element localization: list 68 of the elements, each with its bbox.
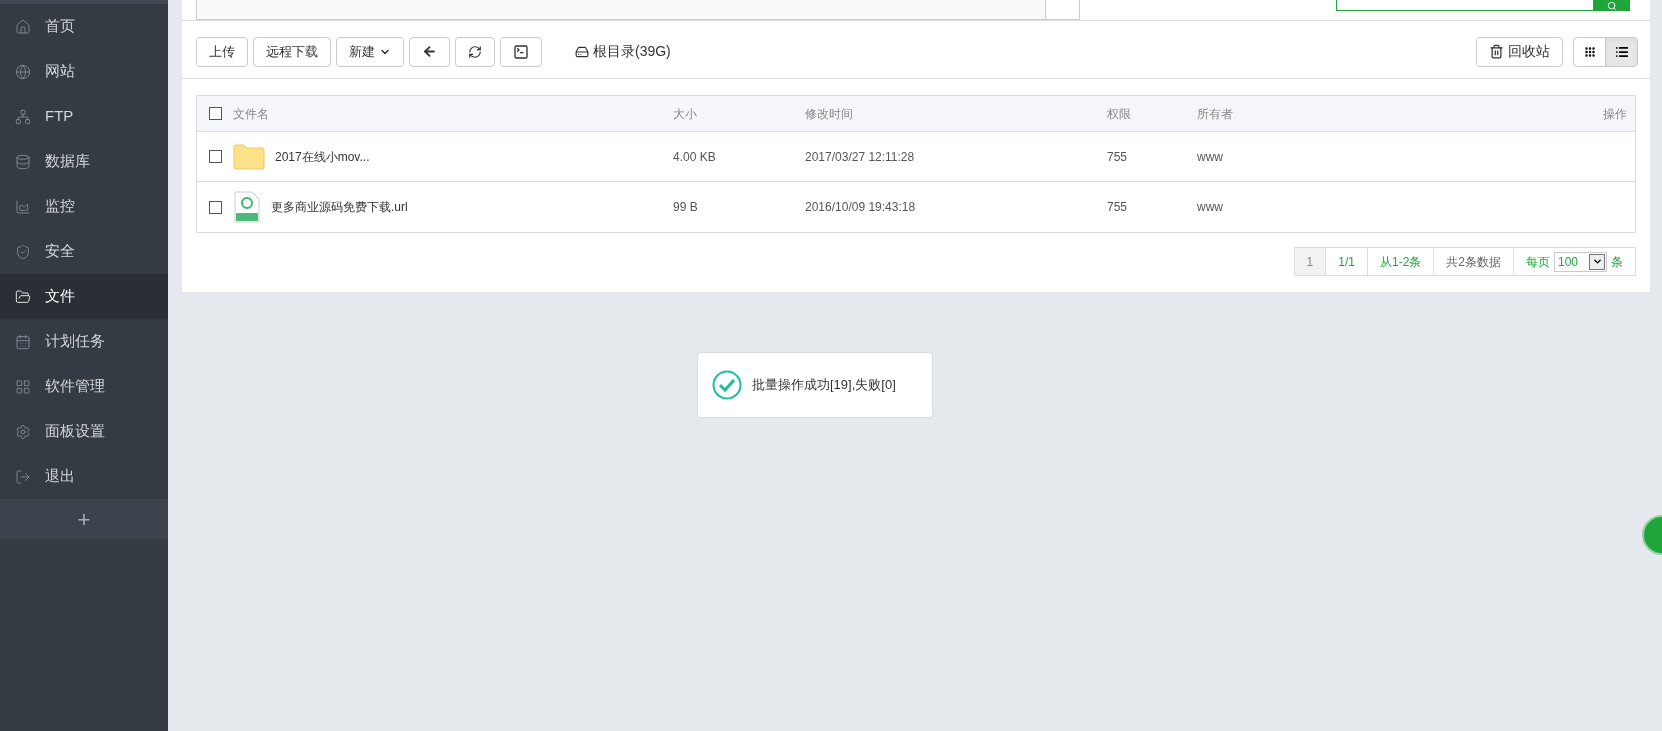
toolbar-button[interactable]: 远程下载 — [253, 36, 331, 67]
add-button[interactable]: + — [0, 499, 168, 539]
chart-icon — [15, 198, 31, 215]
select-all-checkbox[interactable] — [208, 107, 222, 120]
row-checkbox[interactable] — [208, 150, 222, 163]
grid-icon — [15, 378, 31, 395]
range-label: 从1-2条 — [1367, 248, 1435, 275]
new-dropdown-button[interactable]: 新建 — [336, 36, 404, 67]
sidebar-item[interactable]: 监控 — [0, 184, 168, 229]
recycle-bin-button[interactable]: 回收站 — [1476, 36, 1563, 67]
trash-icon — [1489, 44, 1504, 59]
terminal-icon — [513, 43, 529, 60]
per-page-label: 每页 — [1526, 253, 1550, 271]
toolbar-button[interactable]: 上传 — [196, 36, 248, 67]
sidebar-item[interactable]: 软件管理 — [0, 364, 168, 409]
caret-icon — [1591, 256, 1603, 267]
sidebar-item[interactable]: 计划任务 — [0, 319, 168, 364]
folder-icon — [15, 288, 31, 305]
terminal-button[interactable] — [500, 36, 542, 67]
table-cell-text: 2017/03/27 12:11:28 — [805, 148, 916, 166]
check-circle-icon — [712, 370, 742, 400]
settings-icon — [15, 423, 31, 440]
sidebar-item[interactable]: 退出 — [0, 454, 168, 499]
globe-icon — [15, 63, 31, 80]
database-icon — [15, 153, 31, 170]
folder-icon — [233, 143, 265, 170]
refresh-button[interactable] — [455, 36, 495, 67]
file-name[interactable]: 2017在线小mov... — [275, 147, 370, 166]
calendar-icon — [15, 333, 31, 350]
per-page-suffix: 条 — [1611, 253, 1623, 271]
toast-message: 批量操作成功[19],失败[0] — [752, 376, 896, 395]
row-checkbox[interactable] — [208, 200, 222, 214]
page-count: 1/1 — [1326, 248, 1368, 275]
column-header: 所有者 — [1197, 105, 1233, 123]
list-icon — [1614, 44, 1629, 59]
sidebar-item[interactable]: 面板设置 — [0, 409, 168, 454]
back-button[interactable] — [409, 36, 450, 67]
sidebar-item[interactable]: FTP — [0, 94, 168, 139]
home-icon — [15, 18, 31, 35]
table-cell-text: 2016/10/09 19:43:18 — [805, 199, 917, 216]
column-header: 文件名 — [233, 105, 270, 123]
table-cell-text: 99 B — [673, 199, 699, 216]
search-field[interactable] — [1336, 0, 1594, 11]
url-file-icon — [233, 191, 261, 223]
file-name[interactable]: 更多商业源码免费下载.url — [271, 198, 408, 216]
list-view-button[interactable] — [1605, 36, 1638, 67]
sidebar-item[interactable]: 网站 — [0, 49, 168, 94]
table-cell-text: 755 — [1107, 148, 1129, 166]
disk-label[interactable]: 根目录(39G) — [575, 41, 671, 62]
column-header: 权限 — [1107, 105, 1132, 123]
refresh-icon — [468, 44, 482, 59]
grid-view-button[interactable] — [1573, 36, 1606, 67]
table-cell-text: www — [1197, 148, 1223, 166]
column-header: 大小 — [673, 105, 698, 123]
sidebar-item[interactable]: 安全 — [0, 229, 168, 274]
total-label: 共2条数据 — [1434, 248, 1514, 275]
grid-icon — [1583, 45, 1596, 58]
column-header: 修改时间 — [805, 105, 854, 123]
sidebar-item[interactable]: 数据库 — [0, 139, 168, 184]
logout-icon — [15, 468, 31, 485]
table-cell-text: 4.00 KB — [673, 148, 717, 166]
sidebar-item[interactable]: 首页 — [0, 4, 168, 49]
column-header: 操作 — [1603, 105, 1628, 123]
table-cell-text: www — [1197, 199, 1223, 216]
drive-icon — [575, 44, 589, 59]
shield-icon — [15, 243, 31, 260]
table-cell-text: 755 — [1107, 199, 1129, 216]
sidebar-item[interactable]: 文件 — [0, 274, 168, 319]
